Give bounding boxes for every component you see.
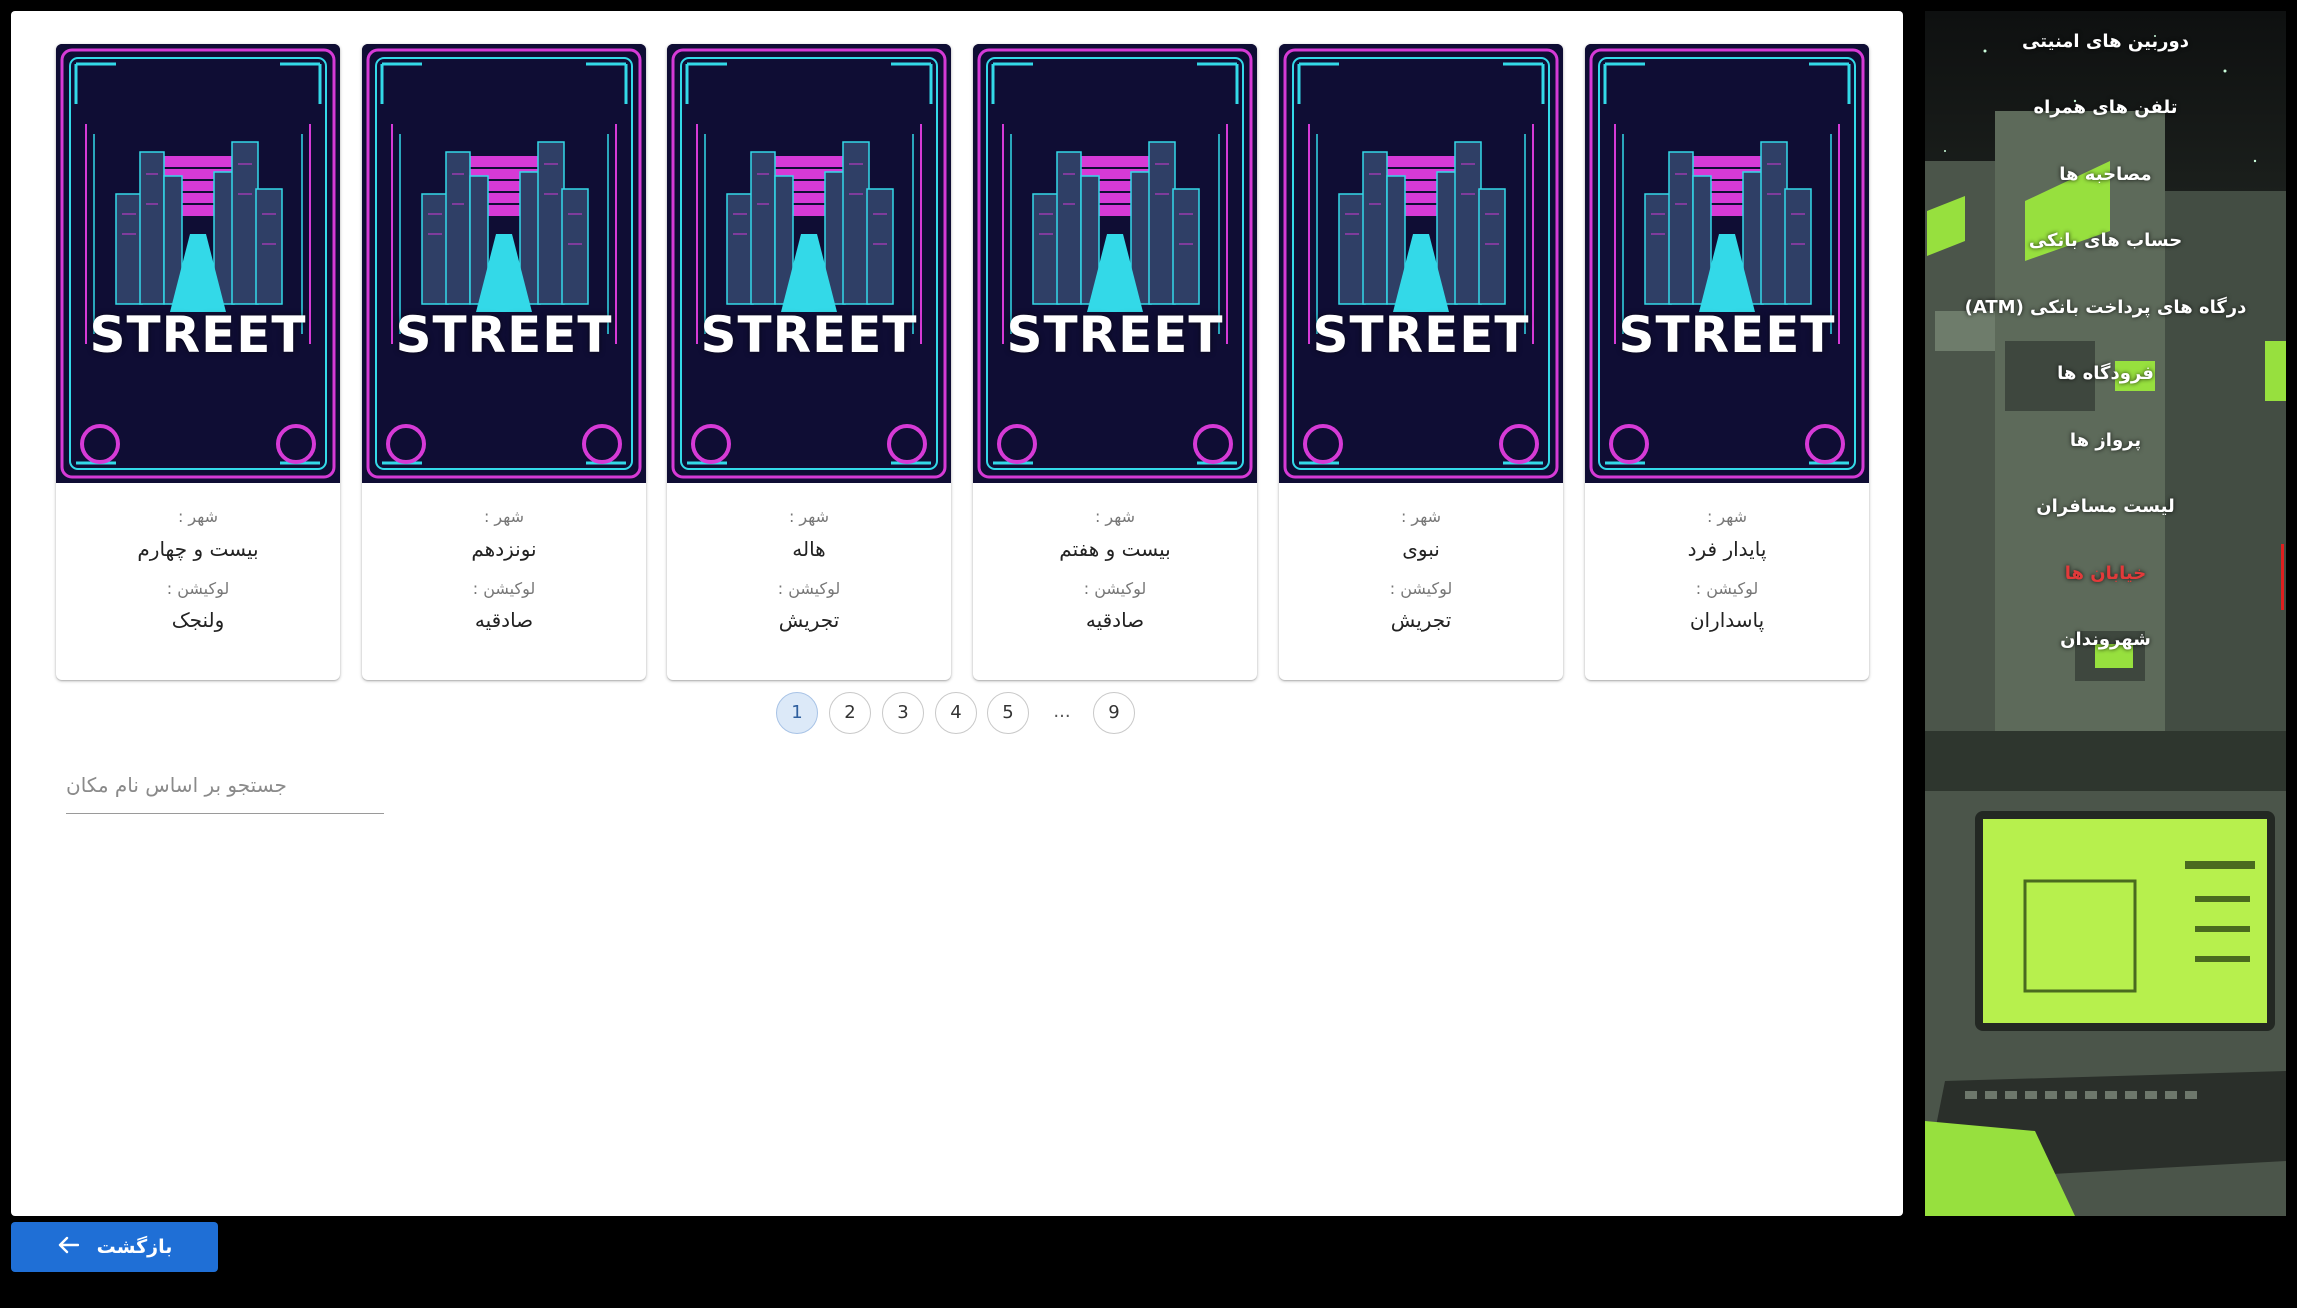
location-label: لوکیشن : [166,579,230,598]
card-image-text: STREET [1618,306,1836,364]
search-input[interactable] [66,765,384,805]
sidebar-background-illustration [1925,11,2286,1216]
page-ellipsis: ... [1053,701,1071,722]
sidebar-item-mobile-phones[interactable]: تلفن های همراه [1925,97,2286,118]
page-button-5[interactable]: 5 [987,692,1029,734]
location-value: صادقیه [474,608,534,632]
location-value: صادقیه [1085,608,1145,632]
location-label: لوکیشن : [1389,579,1453,598]
card-image-text: STREET [1312,306,1530,364]
location-value: تجریش [778,608,840,632]
sidebar-item-security-cameras[interactable]: دوربین های امنیتی [1925,31,2286,52]
location-card[interactable]: STREET شهر : بیست و چهارم لوکیشن : ولنجک [56,44,340,680]
card-image: STREET [667,44,951,483]
back-button[interactable]: بازگشت [11,1222,218,1272]
city-value: هاله [792,537,826,561]
location-label: لوکیشن : [1695,579,1759,598]
card-grid: STREET شهر : پایدار فرد لوکیشن : پاسدارا… [44,44,1871,682]
page-button-2[interactable]: 2 [829,692,871,734]
location-value: پاسداران [1689,608,1765,632]
card-image-text: STREET [1006,306,1224,364]
sidebar-item-interviews[interactable]: مصاحبه ها [1925,164,2286,185]
page-button-1[interactable]: 1 [776,692,818,734]
city-value: بیست و هفتم [1059,537,1171,561]
page-button-4[interactable]: 4 [935,692,977,734]
location-card[interactable]: STREET شهر : بیست و هفتم لوکیشن : صادقیه [973,44,1257,680]
city-label: شهر : [1706,507,1748,526]
card-image-text: STREET [89,306,307,364]
card-image-text: STREET [395,306,613,364]
city-label: شهر : [177,507,219,526]
card-body: شهر : نونزدهم لوکیشن : صادقیه [362,483,646,680]
main-panel: STREET شهر : پایدار فرد لوکیشن : پاسدارا… [11,11,1903,1216]
location-label: لوکیشن : [472,579,536,598]
city-value: پایدار فرد [1687,537,1767,561]
city-value: نبوی [1402,537,1440,561]
card-image: STREET [973,44,1257,483]
card-image: STREET [56,44,340,483]
sidebar-item-passenger-list[interactable]: لیست مسافران [1925,496,2286,517]
city-value: بیست و چهارم [137,537,259,561]
sidebar-item-atm[interactable]: درگاه های پرداخت بانکی (ATM) [1925,297,2286,318]
location-value: ولنجک [171,608,225,632]
page-button-last[interactable]: 9 [1093,692,1135,734]
back-button-label: بازگشت [96,1236,173,1258]
card-body: شهر : نبوی لوکیشن : تجریش [1279,483,1563,680]
card-image: STREET [362,44,646,483]
city-label: شهر : [1094,507,1136,526]
card-body: شهر : هاله لوکیشن : تجریش [667,483,951,680]
location-label: لوکیشن : [777,579,841,598]
city-label: شهر : [1400,507,1442,526]
city-label: شهر : [788,507,830,526]
sidebar-item-streets[interactable]: خیابان ها [1925,563,2286,584]
sidebar-item-airports[interactable]: فرودگاه ها [1925,363,2286,384]
page-button-3[interactable]: 3 [882,692,924,734]
sidebar-item-bank-accounts[interactable]: حساب های بانکی [1925,230,2286,251]
sidebar: دوربین های امنیتی تلفن های همراه مصاحبه … [1925,11,2286,1216]
arrow-left-icon [57,1236,79,1259]
location-label: لوکیشن : [1083,579,1147,598]
card-image: STREET [1585,44,1869,483]
sidebar-item-flights[interactable]: پرواز ها [1925,430,2286,451]
city-label: شهر : [483,507,525,526]
card-image-text: STREET [700,306,918,364]
active-nav-indicator [2281,544,2284,610]
location-card[interactable]: STREET شهر : هاله لوکیشن : تجریش [667,44,951,680]
search-field [66,765,384,814]
location-value: تجریش [1390,608,1452,632]
card-body: شهر : بیست و چهارم لوکیشن : ولنجک [56,483,340,680]
location-card[interactable]: STREET شهر : نبوی لوکیشن : تجریش [1279,44,1563,680]
location-card[interactable]: STREET شهر : پایدار فرد لوکیشن : پاسدارا… [1585,44,1869,680]
pagination: 1 2 3 4 5 ... 9 [11,692,1903,736]
card-body: شهر : پایدار فرد لوکیشن : پاسداران [1585,483,1869,680]
location-card[interactable]: STREET شهر : نونزدهم لوکیشن : صادقیه [362,44,646,680]
sidebar-item-citizens[interactable]: شهروندان [1925,629,2286,650]
city-value: نونزدهم [471,537,537,561]
card-body: شهر : بیست و هفتم لوکیشن : صادقیه [973,483,1257,680]
card-image: STREET [1279,44,1563,483]
